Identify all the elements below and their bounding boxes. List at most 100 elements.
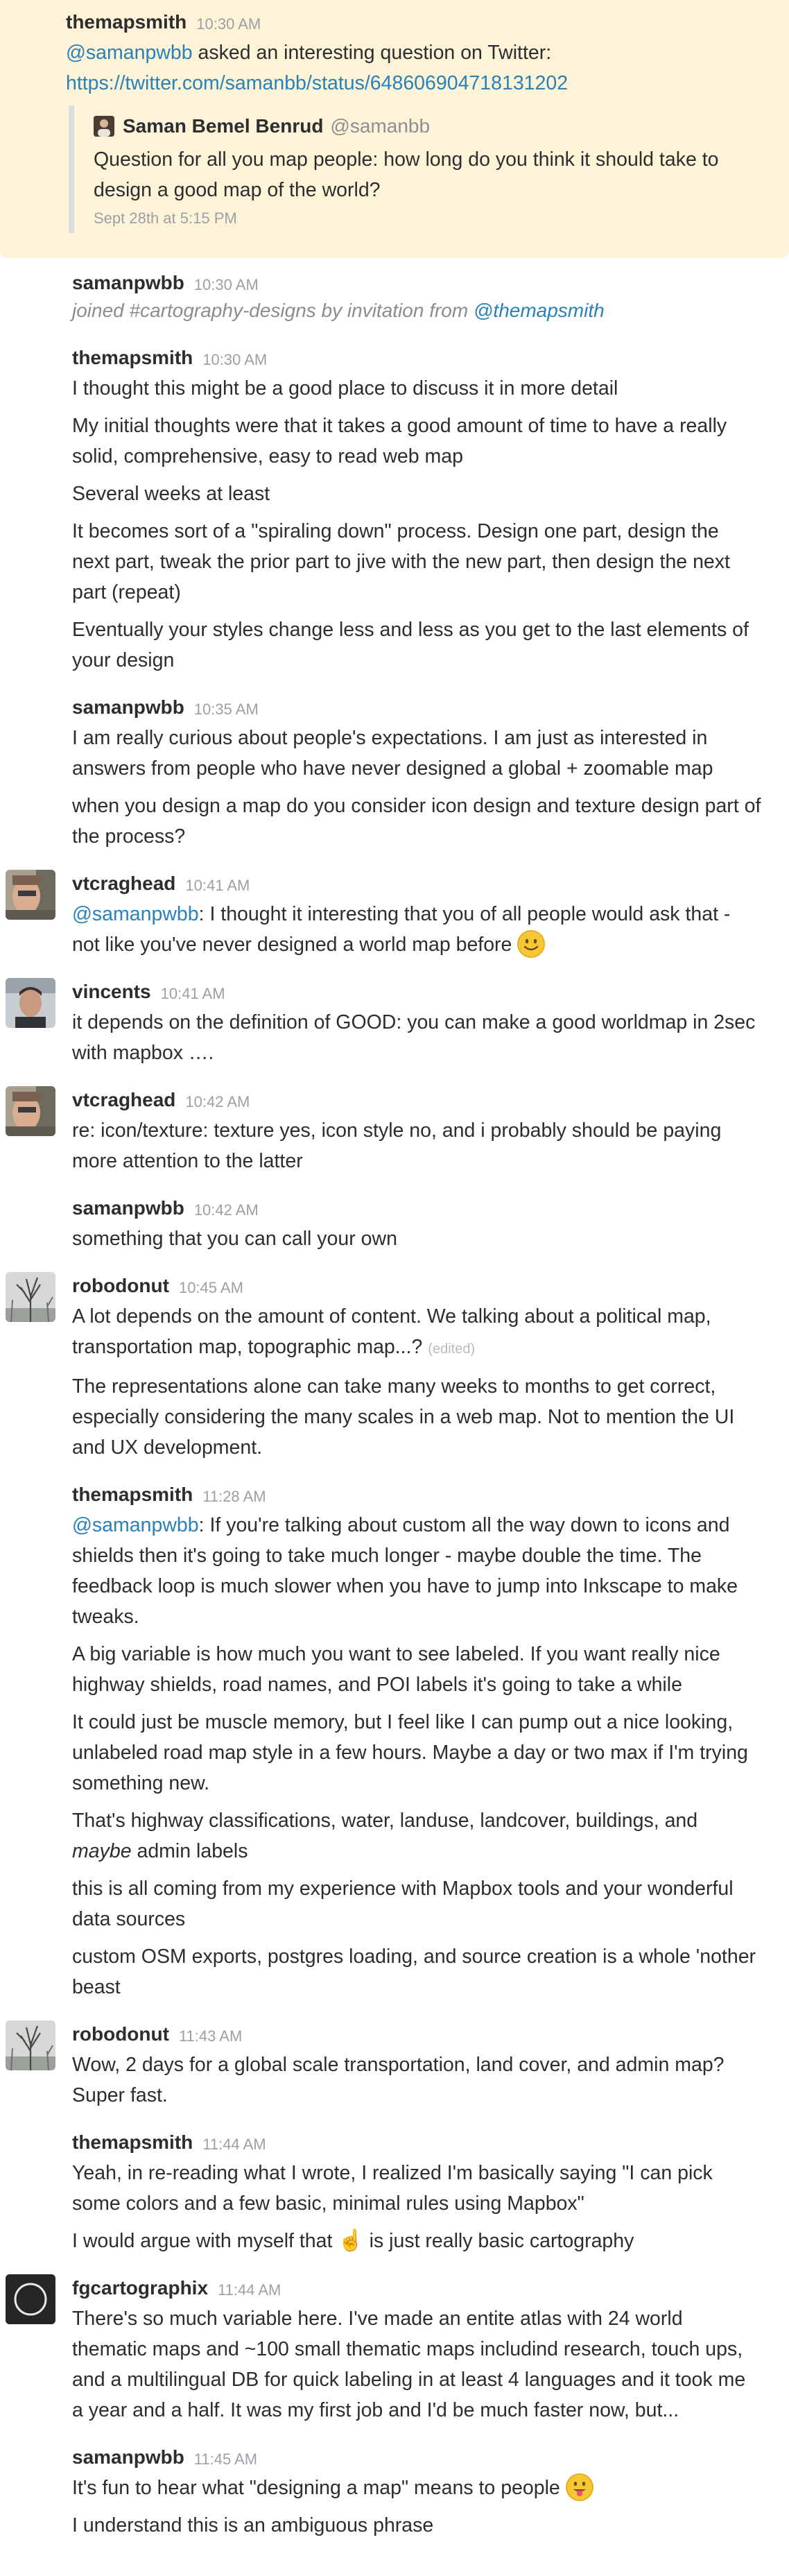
message-text: @samanpwbb asked an interesting question… bbox=[66, 37, 761, 98]
timestamp[interactable]: 10:30 AM bbox=[202, 351, 267, 369]
user-mention[interactable]: @samanpwbb bbox=[72, 1514, 199, 1536]
timestamp[interactable]: 10:42 AM bbox=[185, 1093, 250, 1111]
message-header: samanpwbb 11:45 AM bbox=[72, 2439, 761, 2470]
text-span: asked an interesting question on Twitter… bbox=[192, 42, 552, 64]
author-name[interactable]: themapsmith bbox=[72, 2131, 193, 2154]
message-header: vincents 10:41 AM bbox=[72, 974, 761, 1004]
message: robodonut 11:43 AM Wow, 2 days for a glo… bbox=[0, 2016, 789, 2111]
message: samanpwbb 10:42 AM something that you ca… bbox=[0, 1190, 789, 1254]
timestamp[interactable]: 11:44 AM bbox=[202, 2136, 266, 2154]
tweet-date[interactable]: Sept 28th at 5:15 PM bbox=[94, 209, 761, 227]
timestamp[interactable]: 11:43 AM bbox=[179, 2027, 242, 2045]
author-name[interactable]: robodonut bbox=[72, 1275, 169, 1297]
author-name[interactable]: themapsmith bbox=[72, 1484, 193, 1506]
text-span: A lot depends on the amount of content. … bbox=[72, 1305, 711, 1358]
user-mention[interactable]: @themapsmith bbox=[474, 300, 605, 321]
message-text: this is all coming from my experience wi… bbox=[72, 1878, 734, 1930]
message-header: vtcraghead 10:42 AM bbox=[72, 1082, 761, 1113]
timestamp[interactable]: 10:45 AM bbox=[179, 1279, 243, 1297]
author-name[interactable]: vtcraghead bbox=[72, 873, 175, 895]
message-text: Wow, 2 days for a global scale transport… bbox=[72, 2054, 725, 2106]
message-text: it depends on the definition of GOOD: yo… bbox=[72, 1011, 756, 1064]
message-text: It could just be muscle memory, but I fe… bbox=[72, 1711, 748, 1794]
message-header: fgcartographix 11:44 AM bbox=[72, 2270, 761, 2301]
user-mention[interactable]: @samanpwbb bbox=[72, 903, 199, 925]
message: themapsmith 11:44 AM Yeah, in re-reading… bbox=[0, 2124, 789, 2256]
timestamp[interactable]: 11:28 AM bbox=[202, 1488, 266, 1506]
point-up-emoji-icon: ☝ bbox=[338, 2229, 364, 2252]
message-header: themapsmith 11:28 AM bbox=[72, 1477, 761, 1507]
tweet-avatar[interactable] bbox=[94, 116, 114, 137]
timestamp[interactable]: 10:41 AM bbox=[185, 877, 250, 895]
user-avatar[interactable] bbox=[6, 1272, 55, 1322]
timestamp[interactable]: 11:45 AM bbox=[194, 2450, 257, 2468]
message: vtcraghead 10:41 AM @samanpwbb: I though… bbox=[0, 866, 789, 960]
message-header: robodonut 11:43 AM bbox=[72, 2016, 761, 2047]
message-text: re: icon/texture: texture yes, icon styl… bbox=[72, 1119, 722, 1172]
author-name[interactable]: samanpwbb bbox=[72, 1197, 184, 1219]
text-span: It's fun to hear what "designing a map" … bbox=[72, 2477, 566, 2499]
message-text: Several weeks at least bbox=[72, 483, 270, 505]
timestamp[interactable]: 10:30 AM bbox=[194, 276, 259, 294]
message-text: That's highway classifications, water, l… bbox=[72, 1805, 761, 1866]
message-text: It becomes sort of a "spiraling down" pr… bbox=[72, 520, 730, 603]
author-name[interactable]: themapsmith bbox=[72, 347, 193, 369]
message: samanpwbb 10:30 AM joined #cartography-d… bbox=[0, 265, 789, 326]
tweet-header: Saman Bemel Benrud @samanbb bbox=[94, 112, 761, 140]
tweet-link[interactable]: https://twitter.com/samanbb/status/64860… bbox=[66, 72, 568, 94]
message: vtcraghead 10:42 AM re: icon/texture: te… bbox=[0, 1082, 789, 1176]
author-name[interactable]: samanpwbb bbox=[72, 2446, 184, 2468]
text-span: is just really basic cartography bbox=[363, 2230, 634, 2252]
message-text: My initial thoughts were that it takes a… bbox=[72, 415, 727, 467]
message-header: samanpwbb 10:35 AM bbox=[72, 689, 761, 720]
text-span: That's highway classifications, water, l… bbox=[72, 1810, 698, 1832]
message: samanpwbb 10:35 AM I am really curious a… bbox=[0, 689, 789, 852]
author-name[interactable]: samanpwbb bbox=[72, 272, 184, 294]
message-header: vtcraghead 10:41 AM bbox=[72, 866, 761, 896]
author-name[interactable]: fgcartographix bbox=[72, 2277, 208, 2299]
message-text: something that you can call your own bbox=[72, 1228, 397, 1250]
message-text: Eventually your styles change less and l… bbox=[72, 619, 749, 671]
user-avatar[interactable] bbox=[6, 2020, 55, 2070]
author-name[interactable]: themapsmith bbox=[66, 11, 187, 33]
author-name[interactable]: vincents bbox=[72, 981, 151, 1003]
tweet-text: Question for all you map people: how lon… bbox=[94, 148, 719, 201]
message: themapsmith 11:28 AM @samanpwbb: If you'… bbox=[0, 1477, 789, 2002]
message-text: A big variable is how much you want to s… bbox=[72, 1643, 720, 1696]
tongue-emoji-icon bbox=[565, 2473, 593, 2501]
text-span: I would argue with myself that bbox=[72, 2230, 338, 2252]
tweet-author-name[interactable]: Saman Bemel Benrud bbox=[123, 112, 323, 140]
message-header: samanpwbb 10:42 AM bbox=[72, 1190, 761, 1221]
user-avatar[interactable] bbox=[6, 870, 55, 920]
message-text: @samanpwbb: If you're talking about cust… bbox=[72, 1510, 761, 1632]
text-span: joined #cartography-designs by invitatio… bbox=[72, 300, 474, 321]
author-name[interactable]: vtcraghead bbox=[72, 1089, 175, 1111]
message: themapsmith 10:30 AM I thought this migh… bbox=[0, 340, 789, 676]
smiley-emoji-icon bbox=[517, 930, 546, 958]
timestamp[interactable]: 10:41 AM bbox=[161, 985, 225, 1003]
user-avatar[interactable] bbox=[6, 2274, 55, 2324]
user-mention[interactable]: @samanpwbb bbox=[66, 42, 193, 64]
message-text: It's fun to hear what "designing a map" … bbox=[72, 2473, 761, 2503]
message-text: A lot depends on the amount of content. … bbox=[72, 1301, 761, 1364]
user-avatar[interactable] bbox=[6, 978, 55, 1028]
tweet-attachment: Saman Bemel Benrud @samanbb Question for… bbox=[69, 105, 761, 233]
timestamp[interactable]: 10:30 AM bbox=[196, 15, 261, 33]
message: fgcartographix 11:44 AM There's so much … bbox=[0, 2270, 789, 2425]
message-header: themapsmith 10:30 AM bbox=[72, 340, 761, 370]
message: vincents 10:41 AM it depends on the defi… bbox=[0, 974, 789, 1068]
timestamp[interactable]: 11:44 AM bbox=[218, 2281, 281, 2299]
message-text: Yeah, in re-reading what I wrote, I real… bbox=[72, 2162, 713, 2215]
user-avatar[interactable] bbox=[6, 1086, 55, 1136]
join-notice: joined #cartography-designs by invitatio… bbox=[72, 295, 761, 326]
message-text: @samanpwbb: I thought it interesting tha… bbox=[72, 899, 761, 960]
author-name[interactable]: samanpwbb bbox=[72, 696, 184, 719]
message-text: I understand this is an ambiguous phrase bbox=[72, 2514, 434, 2536]
message-text: The representations alone can take many … bbox=[72, 1375, 735, 1459]
message-text: I am really curious about people's expec… bbox=[72, 727, 713, 780]
tweet-author-handle[interactable]: @samanbb bbox=[330, 112, 430, 140]
timestamp[interactable]: 10:42 AM bbox=[194, 1201, 259, 1219]
timestamp[interactable]: 10:35 AM bbox=[194, 701, 259, 719]
message-text: There's so much variable here. I've made… bbox=[72, 2308, 746, 2421]
author-name[interactable]: robodonut bbox=[72, 2023, 169, 2045]
